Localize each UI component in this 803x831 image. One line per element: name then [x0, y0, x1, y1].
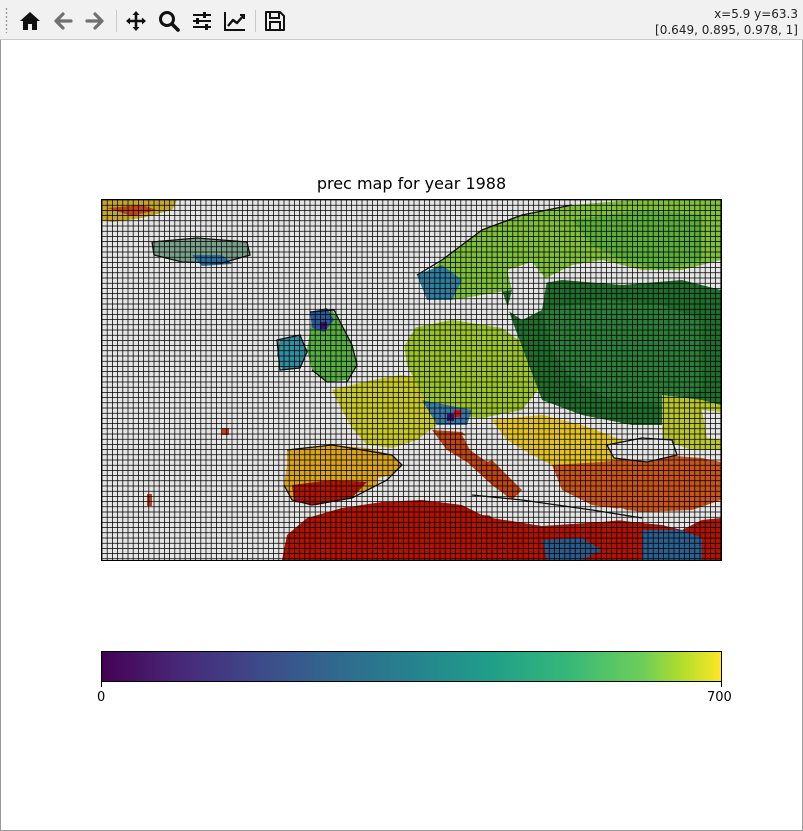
toolbar-separator: [255, 10, 256, 32]
home-icon: [20, 12, 40, 30]
colorbar-tick-max: [721, 682, 722, 687]
back-icon: [54, 12, 73, 30]
precipitation-map[interactable]: [101, 199, 722, 561]
navigation-toolbar: x=5.9 y=63.3 [0.649, 0.895, 0.978, 1]: [0, 0, 803, 40]
toolbar-grip[interactable]: [5, 7, 8, 33]
wet-spot: [147, 494, 152, 506]
plot-title: prec map for year 1988: [316, 174, 507, 193]
save-button[interactable]: [261, 7, 289, 35]
configure-subplots-button[interactable]: [188, 7, 216, 35]
edit-axis-icon: [224, 12, 245, 31]
colorbar-gradient: [102, 652, 721, 681]
back-button[interactable]: [49, 7, 77, 35]
colorbar-tick-min: [101, 682, 102, 687]
region-middle-east: [642, 530, 702, 560]
home-button[interactable]: [16, 7, 44, 35]
toolbar-separator: [116, 10, 117, 32]
map-canvas: [102, 200, 721, 560]
colorbar-min-label: 0: [97, 690, 106, 705]
colorbar-max-label: 700: [707, 690, 732, 705]
pixel-value-readout: [0.649, 0.895, 0.978, 1]: [655, 23, 798, 37]
forward-button[interactable]: [81, 7, 109, 35]
zoom-button[interactable]: [155, 7, 183, 35]
coordinates-readout: x=5.9 y=63.3: [714, 7, 798, 21]
pan-button[interactable]: [122, 7, 150, 35]
pan-icon: [126, 11, 146, 31]
save-icon: [265, 11, 285, 31]
zoom-icon: [159, 11, 180, 32]
edit-axis-button[interactable]: [221, 7, 249, 35]
configure-subplots-icon: [193, 12, 211, 30]
forward-icon: [85, 12, 104, 30]
cursor-coordinates: x=5.9 y=63.3 [0.649, 0.895, 0.978, 1]: [655, 6, 798, 38]
colorbar: [101, 651, 722, 682]
